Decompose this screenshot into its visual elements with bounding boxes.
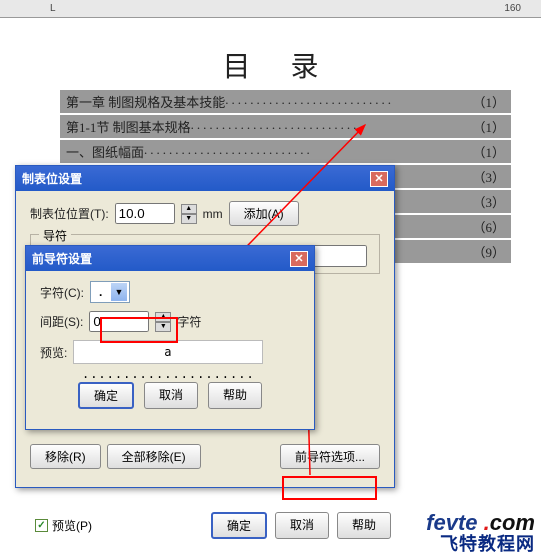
preview-label: 预览(P) [52,517,92,534]
sub-dialog-titlebar[interactable]: 前导符设置 ✕ [26,246,314,271]
add-button[interactable]: 添加(A) [229,201,299,226]
leader-options-button[interactable]: 前导符选项... [280,444,380,469]
remove-button[interactable]: 移除(R) [30,444,101,469]
cancel-button[interactable]: 取消 [275,512,329,539]
preview-box: a ..................... b [73,340,263,364]
toc-row: 第一章 制图规格及基本技能...........................… [60,90,511,113]
spin-up-icon[interactable]: ▲ [155,312,171,322]
ruler-left: L [50,3,56,14]
spin-up-icon[interactable]: ▲ [181,204,197,214]
watermark-com: com [490,510,535,535]
help-button[interactable]: 帮助 [337,512,391,539]
close-icon[interactable]: ✕ [290,251,308,267]
tab-position-label: 制表位位置(T): [30,205,109,222]
ruler: L 160 [0,0,541,18]
char-value: . [93,285,102,299]
main-dialog-footer: ✓ 预览(P) 确定 取消 帮助 [35,512,391,539]
remove-all-button[interactable]: 全部移除(E) [107,444,201,469]
watermark-dot: . [478,510,490,535]
spin-down-icon[interactable]: ▼ [181,214,197,224]
help-button[interactable]: 帮助 [208,382,262,409]
spin-buttons[interactable]: ▲▼ [155,312,171,332]
spin-down-icon[interactable]: ▼ [155,322,171,332]
toc-row: 第1-1节 制图基本规格...........................（… [60,115,511,138]
spacing-label: 间距(S): [40,313,83,330]
spin-buttons[interactable]: ▲▼ [181,204,197,224]
watermark-text: 飞特教程网 [426,535,535,555]
watermark-brand: fevte [426,510,477,535]
watermark: fevte .com 飞特教程网 [426,511,535,555]
page-title: 目录 [0,45,541,85]
dialog-titlebar[interactable]: 制表位设置 ✕ [16,166,394,191]
ok-button[interactable]: 确定 [211,512,267,539]
spacing-unit: 字符 [177,313,201,330]
dialog-title: 制表位设置 [22,170,82,187]
ok-button[interactable]: 确定 [78,382,134,409]
close-icon[interactable]: ✕ [370,171,388,187]
spacing-input[interactable] [89,311,149,332]
cancel-button[interactable]: 取消 [144,382,198,409]
preview-label: 预览: [40,344,67,361]
chevron-down-icon[interactable]: ▼ [111,283,127,301]
toc-row: 一、图纸幅面...........................（1） [60,140,511,163]
char-select[interactable]: . ▼ [90,281,130,303]
sub-dialog-title: 前导符设置 [32,250,92,267]
unit-label: mm [203,207,223,221]
leader-group-title: 导符 [39,227,71,244]
leader-settings-dialog: 前导符设置 ✕ 字符(C): . ▼ 间距(S): ▲▼ 字符 预览: a ..… [25,245,315,430]
tab-position-input[interactable] [115,203,175,224]
char-label: 字符(C): [40,284,84,301]
preview-checkbox[interactable]: ✓ [35,519,48,532]
ruler-right: 160 [504,3,521,14]
